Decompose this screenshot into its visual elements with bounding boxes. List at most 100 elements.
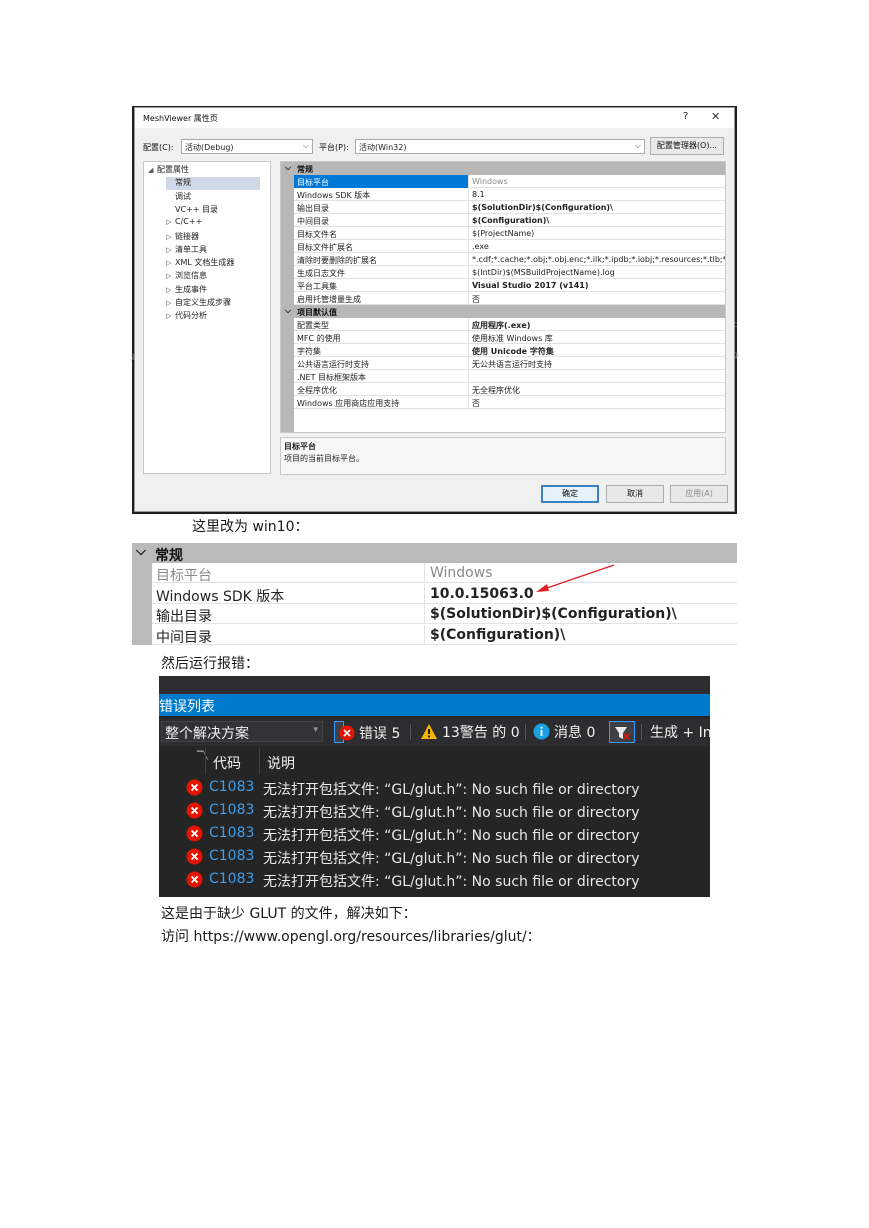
error-row[interactable]: C1083 无法打开包括文件: “GL/glut.h”: No such file…	[159, 845, 710, 868]
tree-item[interactable]: VC++ 目录	[166, 204, 218, 217]
property-value[interactable]: $(Configuration)\	[468, 214, 725, 227]
row-gutter	[281, 253, 294, 266]
platform-select-value: 活动(Win32)	[359, 143, 407, 152]
property-value[interactable]: $(SolutionDir)$(Configuration)\	[468, 201, 725, 214]
property-row[interactable]: 生成日志文件 $(IntDir)$(MSBuildProjectName).log	[281, 266, 725, 279]
config-select[interactable]: 活动(Debug) ⌵	[181, 139, 313, 154]
caption-visit-url: 访问 https://www.opengl.org/resources/libr…	[161, 929, 541, 945]
tree-item[interactable]: ▷ XML 文档生成器	[166, 257, 234, 270]
error-list-panel: 错误列表 整个解决方案 ▾ 错误 5 13警告 的 0 消息 0 生成 + In…	[159, 676, 710, 897]
property-value[interactable]: Windows	[468, 175, 725, 188]
property-row[interactable]: 目标文件扩展名 .exe	[281, 240, 725, 253]
grid-section-title: 常规	[297, 165, 313, 174]
property-value[interactable]: 否	[468, 292, 725, 305]
property-value[interactable]: .exe	[468, 240, 725, 253]
tree-item[interactable]: ▷ 浏览信息	[166, 270, 207, 283]
property-row[interactable]: 输出目录 $(SolutionDir)$(Configuration)\	[281, 201, 725, 214]
tree-item[interactable]: ◢ 配置属性	[148, 164, 189, 177]
tree-item[interactable]: ▷ 自定义生成步骤	[166, 297, 231, 310]
property-row[interactable]: 公共语言运行时支持 无公共语言运行时支持	[281, 357, 725, 370]
row-gutter	[281, 396, 294, 409]
error-code-link[interactable]: C1083	[209, 848, 254, 864]
tree-item[interactable]: 调试	[166, 191, 191, 204]
expander-icon: ▷	[166, 312, 172, 321]
property-grid: ⌵ 常规 目标平台 Windows Windows SDK 版本 8.1 输出目录 $(Sol…	[280, 161, 726, 433]
property-row[interactable]: 平台工具集 Visual Studio 2017 (v141)	[281, 279, 725, 292]
property-value[interactable]: 无公共语言运行时支持	[468, 357, 725, 370]
toolbar-separator	[410, 724, 411, 740]
filter-icon	[615, 727, 630, 740]
help-button[interactable]: ?	[683, 111, 688, 122]
tree-item[interactable]: ▷ 代码分析	[166, 310, 207, 323]
property-row[interactable]: 中间目录 $(Configuration)\	[281, 214, 725, 227]
property-name: Windows SDK 版本	[297, 191, 371, 200]
tree-item[interactable]: ▷ C/C++	[166, 217, 202, 230]
error-row[interactable]: C1083 无法打开包括文件: “GL/glut.h”: No such file…	[159, 799, 710, 822]
property-name: 中间目录	[297, 217, 329, 226]
property-value[interactable]: 应用程序(.exe)	[468, 318, 725, 331]
column-header-code[interactable]: 代码	[213, 753, 241, 773]
property-row[interactable]: 字符集 使用 Unicode 字符集	[281, 344, 725, 357]
property-tree: ◢ 配置属性 常规 调试 VC++ 目录 ▷ C/C++ ▷ 链接器 ▷ 清单工具 ▷ XML 文档生成…	[143, 161, 271, 474]
property-value[interactable]	[468, 370, 725, 383]
tree-item[interactable]: ▷ 清单工具	[166, 244, 207, 257]
property-value[interactable]: 否	[468, 396, 725, 409]
platform-select[interactable]: 活动(Win32) ⌵	[355, 139, 645, 154]
property-row[interactable]: 清除时要删除的扩展名 *.cdf;*.cache;*.obj;*.obj.enc;…	[281, 253, 725, 266]
tree-item[interactable]: ▷ 链接器	[166, 231, 199, 244]
property-row[interactable]: 目标文件名 $(ProjectName)	[281, 227, 725, 240]
column-separator	[205, 748, 206, 774]
tree-item[interactable]: 常规	[166, 177, 260, 191]
messages-filter-label: 消息 0	[554, 725, 596, 741]
error-row[interactable]: C1083 无法打开包括文件: “GL/glut.h”: No such file…	[159, 776, 710, 799]
error-row[interactable]: C1083 无法打开包括文件: “GL/glut.h”: No such file…	[159, 868, 710, 891]
property-value[interactable]: 8.1	[468, 188, 725, 201]
error-row[interactable]: C1083 无法打开包括文件: “GL/glut.h”: No such file…	[159, 822, 710, 845]
property-value[interactable]: *.cdf;*.cache;*.obj;*.obj.enc;*.ilk;*.ip…	[468, 253, 725, 266]
property-row[interactable]: Windows SDK 版本 8.1	[281, 188, 725, 201]
property-value[interactable]: 使用标准 Windows 库	[468, 331, 725, 344]
error-code-link[interactable]: C1083	[209, 871, 254, 887]
property-row[interactable]: 配置类型 应用程序(.exe)	[281, 318, 725, 331]
column-header-description[interactable]: 说明	[267, 753, 295, 773]
property-row[interactable]: Windows 应用商店应用支持 否	[281, 396, 725, 409]
caption-run-error: 然后运行报错：	[161, 656, 259, 672]
filter-toggle-button[interactable]	[609, 721, 635, 743]
error-code-link[interactable]: C1083	[209, 825, 254, 841]
error-code-link[interactable]: C1083	[209, 802, 254, 818]
expander-icon: ▷	[166, 245, 172, 254]
error-code-link[interactable]: C1083	[209, 779, 254, 795]
grid-section-header[interactable]: ⌵ 项目默认值	[281, 305, 725, 318]
errors-filter-label: 错误 5	[359, 726, 401, 742]
property-value[interactable]: $(ProjectName)	[468, 227, 725, 240]
property-name: 输出目录	[297, 204, 329, 213]
tree-item[interactable]: ▷ 生成事件	[166, 284, 207, 297]
property-name: 平台工具集	[297, 282, 337, 291]
property-value[interactable]: Visual Studio 2017 (v141)	[468, 279, 725, 292]
property-row[interactable]: .NET 目标框架版本	[281, 370, 725, 383]
property-row[interactable]: 全程序优化 无全程序优化	[281, 383, 725, 396]
grid-section-title: 项目默认值	[297, 308, 337, 317]
cancel-button[interactable]: 取消	[606, 485, 664, 503]
row-gutter	[281, 188, 294, 201]
config-manager-button[interactable]: 配置管理器(O)...	[650, 137, 724, 155]
property-row[interactable]: MFC 的使用 使用标准 Windows 库	[281, 331, 725, 344]
warnings-filter-button[interactable]: 13警告 的 0	[418, 721, 524, 743]
apply-button[interactable]: 应用(A)	[670, 485, 728, 503]
tree-item-label: XML 文档生成器	[175, 258, 235, 268]
property-value[interactable]: 无全程序优化	[468, 383, 725, 396]
ok-button[interactable]: 确定	[541, 485, 599, 503]
toolbar-separator	[525, 724, 526, 740]
property-row[interactable]: 目标平台 Windows	[281, 175, 725, 188]
property-row[interactable]: 启用托管增量生成 否	[281, 292, 725, 305]
error-icon	[186, 802, 203, 819]
grid-section-header[interactable]: ⌵ 常规	[281, 162, 725, 175]
scope-select[interactable]: 整个解决方案 ▾	[161, 721, 323, 742]
messages-filter-button[interactable]: 消息 0	[532, 721, 604, 743]
errors-filter-button[interactable]: 错误 5	[334, 721, 400, 743]
close-icon[interactable]: ✕	[711, 110, 720, 123]
property-value[interactable]: $(IntDir)$(MSBuildProjectName).log	[468, 266, 725, 279]
error-list-tab[interactable]: 错误列表	[159, 694, 710, 716]
tree-item-label: 调试	[175, 191, 191, 201]
property-value[interactable]: 使用 Unicode 字符集	[468, 344, 725, 357]
